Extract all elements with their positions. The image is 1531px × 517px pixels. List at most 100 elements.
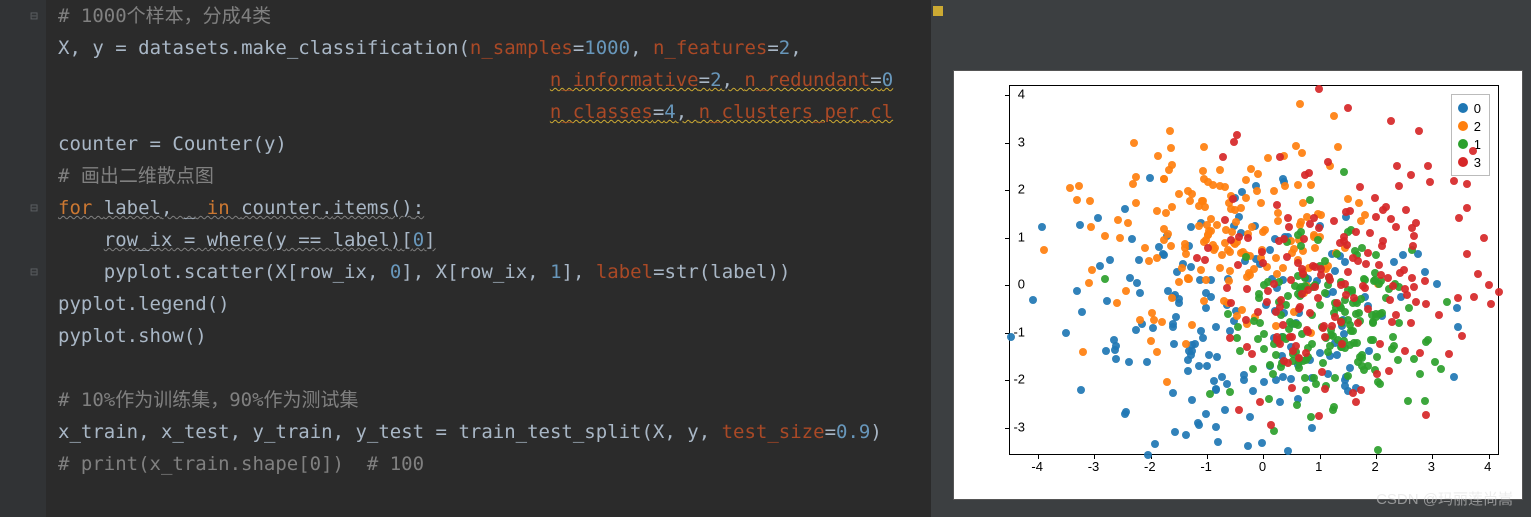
scatter-point bbox=[1255, 294, 1263, 302]
scatter-point bbox=[1344, 268, 1352, 276]
scatter-point bbox=[1321, 333, 1329, 341]
scatter-point bbox=[1400, 266, 1408, 274]
scatter-point bbox=[1308, 340, 1316, 348]
scatter-point bbox=[1302, 349, 1310, 357]
scatter-point bbox=[1230, 138, 1238, 146]
scatter-point bbox=[1242, 194, 1250, 202]
scatter-point bbox=[1113, 299, 1121, 307]
scrollbar[interactable] bbox=[931, 0, 945, 517]
legend-item: 3 bbox=[1458, 153, 1481, 171]
fold-icon[interactable]: ⊟ bbox=[28, 10, 40, 22]
scatter-point bbox=[1132, 173, 1140, 181]
scatter-point bbox=[1376, 340, 1384, 348]
scatter-point bbox=[1416, 349, 1424, 357]
code-editor[interactable]: ⊟ ⊟ ⊟ # 1000个样本，分成4类X, y = datasets.make_c… bbox=[0, 0, 945, 517]
scatter-point bbox=[1470, 293, 1478, 301]
scatter-point bbox=[1211, 244, 1219, 252]
scatter-point bbox=[1233, 131, 1241, 139]
scatter-point bbox=[1077, 386, 1085, 394]
code-line[interactable]: # 画出二维散点图 bbox=[50, 160, 945, 192]
scatter-point bbox=[1312, 380, 1320, 388]
code-line[interactable]: # print(x_train.shape[0]) # 100 bbox=[50, 448, 945, 480]
scatter-point bbox=[1284, 292, 1292, 300]
scatter-point bbox=[1300, 235, 1308, 243]
legend-label: 0 bbox=[1474, 101, 1481, 116]
y-tick-label: 0 bbox=[1018, 277, 1025, 292]
scatter-point bbox=[1316, 301, 1324, 309]
scatter-point bbox=[1264, 287, 1272, 295]
scatter-point bbox=[1315, 85, 1323, 93]
code-line[interactable] bbox=[50, 352, 945, 384]
scatter-point bbox=[1388, 318, 1396, 326]
scatter-point bbox=[1263, 298, 1271, 306]
scatter-point bbox=[1357, 386, 1365, 394]
scatter-point bbox=[1410, 232, 1418, 240]
code-line[interactable]: # 1000个样本，分成4类 bbox=[50, 0, 945, 32]
scatter-point bbox=[1328, 322, 1336, 330]
scatter-point bbox=[1352, 228, 1360, 236]
scatter-point bbox=[1227, 299, 1235, 307]
scatter-point bbox=[1087, 223, 1095, 231]
scatter-point bbox=[1280, 235, 1288, 243]
scatter-point bbox=[1076, 221, 1084, 229]
x-tick-label: -3 bbox=[1088, 459, 1100, 474]
code-line[interactable]: X, y = datasets.make_classification(n_sa… bbox=[50, 32, 945, 64]
scatter-point bbox=[1102, 347, 1110, 355]
y-tick-label: 4 bbox=[1018, 87, 1025, 102]
scatter-point bbox=[1202, 410, 1210, 418]
scatter-point bbox=[1243, 273, 1251, 281]
scatter-point bbox=[1171, 428, 1179, 436]
fold-icon[interactable]: ⊟ bbox=[28, 202, 40, 214]
scatter-point bbox=[1314, 236, 1322, 244]
scatter-point bbox=[1101, 275, 1109, 283]
scatter-point bbox=[1145, 257, 1153, 265]
scatter-point bbox=[1301, 171, 1309, 179]
scatter-point bbox=[1260, 330, 1268, 338]
plot-panel: 0 2 1 3 -3-2-101234-4-3-2-101234 CSDN @玛… bbox=[945, 0, 1531, 517]
scatter-point bbox=[1147, 337, 1155, 345]
scatter-point bbox=[1143, 358, 1151, 366]
scatter-point bbox=[1151, 440, 1159, 448]
code-line[interactable]: n_informative=2, n_redundant=0 bbox=[50, 64, 945, 96]
code-line[interactable]: pyplot.show() bbox=[50, 320, 945, 352]
code-line[interactable]: x_train, x_test, y_train, y_test = train… bbox=[50, 416, 945, 448]
legend-label: 3 bbox=[1474, 155, 1481, 170]
scatter-point bbox=[1294, 181, 1302, 189]
code-line[interactable]: row_ix = where(y == label)[0] bbox=[50, 224, 945, 256]
scatter-point bbox=[1235, 233, 1243, 241]
scatter-point bbox=[1353, 339, 1361, 347]
scatter-point bbox=[1088, 266, 1096, 274]
scatter-point bbox=[1206, 390, 1214, 398]
scatter-point bbox=[1387, 117, 1395, 125]
scatter-point bbox=[1130, 139, 1138, 147]
scatter-point bbox=[1261, 226, 1269, 234]
scatter-point bbox=[1349, 327, 1357, 335]
scatter-point bbox=[1361, 284, 1369, 292]
scatter-point bbox=[1125, 358, 1133, 366]
scatter-point bbox=[1169, 323, 1177, 331]
scatter-point bbox=[1295, 364, 1303, 372]
code-line[interactable]: # 10%作为训练集，90%作为测试集 bbox=[50, 384, 945, 416]
code-line[interactable]: n_classes=4, n_clusters_per_cl bbox=[50, 96, 945, 128]
scatter-point bbox=[1306, 309, 1314, 317]
scatter-point bbox=[1315, 412, 1323, 420]
scatter-point bbox=[1094, 214, 1102, 222]
scatter-point bbox=[1201, 256, 1209, 264]
scatter-point bbox=[1165, 166, 1173, 174]
code-line[interactable]: pyplot.scatter(X[row_ix, 0], X[row_ix, 1… bbox=[50, 256, 945, 288]
scatter-point bbox=[1276, 340, 1284, 348]
scatter-point bbox=[1284, 359, 1292, 367]
scatter-point bbox=[1066, 184, 1074, 192]
warning-marker[interactable] bbox=[933, 6, 943, 16]
chart-legend: 0 2 1 3 bbox=[1451, 94, 1490, 176]
code-line[interactable]: for label, _ in counter.items(): bbox=[50, 192, 945, 224]
code-line[interactable]: pyplot.legend() bbox=[50, 288, 945, 320]
scatter-point bbox=[1235, 406, 1243, 414]
scatter-point bbox=[1186, 197, 1194, 205]
scatter-point bbox=[1170, 340, 1178, 348]
scatter-point bbox=[1395, 182, 1403, 190]
scatter-point bbox=[1163, 378, 1171, 386]
code-area[interactable]: # 1000个样本，分成4类X, y = datasets.make_class… bbox=[50, 0, 945, 480]
fold-icon[interactable]: ⊟ bbox=[28, 266, 40, 278]
code-line[interactable]: counter = Counter(y) bbox=[50, 128, 945, 160]
